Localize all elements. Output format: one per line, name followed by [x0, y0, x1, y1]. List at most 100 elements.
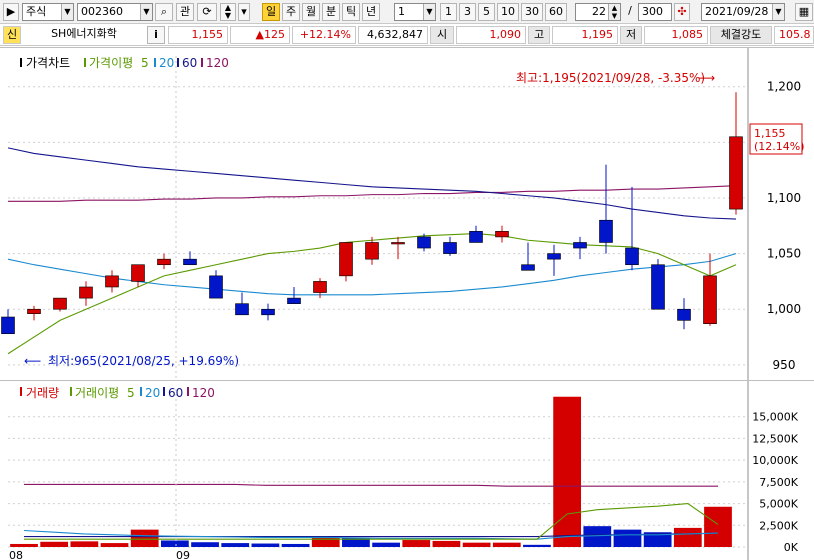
tab-week[interactable]: 주	[282, 3, 300, 21]
price-ma120-line	[8, 185, 737, 202]
menu-icon[interactable]: ▶	[3, 3, 19, 21]
volume-value: 4,632,847	[358, 26, 428, 44]
candle-body	[651, 264, 665, 310]
settings-icon[interactable]: ✣	[674, 3, 690, 21]
candle-body	[365, 242, 379, 260]
high-arrow: ⟶	[698, 71, 715, 85]
volume-bar	[70, 541, 99, 547]
volume-y-tick: 0K	[784, 541, 799, 554]
tab-tick[interactable]: 틱	[342, 3, 360, 21]
count-separator: /	[628, 4, 632, 17]
volume-bar	[221, 543, 250, 547]
candle-body	[235, 303, 249, 316]
volume-chart[interactable]: 15,000K 12,500K 10,000K 7,500K 5,000K 2,500K 0…	[0, 381, 814, 560]
tab-day[interactable]: 일	[262, 3, 280, 21]
volume-ma120-line	[24, 483, 718, 487]
legend-title: 가격차트	[26, 56, 70, 70]
chevron-down-icon: ▼	[140, 4, 152, 20]
stepper-icon: ▲ ▼	[608, 4, 620, 20]
high-price: 1,195	[552, 26, 618, 44]
volume-y-tick: 5,000K	[759, 498, 798, 511]
price-y-tick: 1,000	[767, 302, 801, 316]
legend-ma60: 60	[182, 56, 197, 70]
volume-bar	[40, 541, 69, 547]
legend-vol-ma20: 20	[145, 386, 160, 400]
high-annotation: 최고:1,195(2021/09/28, -3.35%)	[516, 71, 705, 85]
volume-bar	[191, 542, 219, 547]
volume-y-tick: 15,000K	[752, 411, 798, 424]
price-y-tick: 1,050	[767, 247, 801, 261]
low-arrow: ⟵	[24, 354, 41, 368]
candle-body	[287, 297, 301, 304]
quote-bar: 신 SH에너지화학 i 1,155 ▲125 +12.14% 4,632,847…	[0, 24, 814, 46]
volume-bar	[100, 543, 129, 547]
interval-value: 1	[398, 5, 405, 18]
candle-body	[105, 275, 119, 288]
stock-name: SH에너지화학	[51, 27, 117, 40]
candle-body	[339, 242, 353, 277]
chart-options-icon[interactable]: ▦	[795, 3, 813, 21]
price-chart-panel: 1,2001,1501,1001,0501,000950 가격차트 가격이평 5…	[0, 47, 814, 381]
candle-body	[521, 264, 535, 271]
legend-vol-ma-title: 거래이평	[75, 386, 119, 400]
interest-button[interactable]: 관	[176, 3, 194, 21]
volume-bar	[704, 506, 732, 547]
legend-vol-ma60: 60	[168, 386, 183, 400]
candle-body	[313, 281, 327, 293]
total-count-input[interactable]: 300	[638, 3, 672, 21]
candle-body	[261, 308, 275, 316]
refresh-icon[interactable]: ⟳	[197, 3, 217, 21]
market-select[interactable]: 주식 ▼	[22, 3, 74, 21]
volume-bar	[372, 542, 400, 547]
search-icon[interactable]: ⌕	[155, 3, 173, 21]
candle-body	[391, 242, 405, 245]
volume-bar	[402, 540, 431, 547]
candle-body	[183, 258, 197, 266]
current-price: 1,155	[168, 26, 228, 44]
legend-ma5: 5	[141, 56, 149, 70]
interval-button-60[interactable]: 60	[545, 3, 567, 21]
candle-body	[27, 308, 41, 314]
view-count-input[interactable]: 22 ▲ ▼	[575, 3, 621, 21]
tab-minute[interactable]: 분	[322, 3, 340, 21]
interval-select[interactable]: 1 ▼	[394, 3, 436, 21]
price-chart[interactable]: 1,2001,1501,1001,0501,000950 가격차트 가격이평 5…	[0, 48, 814, 381]
price-y-tick: 1,100	[767, 191, 801, 205]
volume-legend: 거래량 거래이평 5 20 60 120	[20, 386, 215, 400]
chevron-down-icon: ▼	[423, 4, 435, 20]
volume-bar	[553, 396, 582, 547]
interval-button-10[interactable]: 10	[497, 3, 519, 21]
volume-bar	[432, 540, 461, 547]
stock-code: 002360	[81, 5, 123, 18]
interval-button-1[interactable]: 1	[440, 3, 457, 21]
interval-button-3[interactable]: 3	[459, 3, 476, 21]
interval-button-5[interactable]: 5	[478, 3, 495, 21]
candle-body	[443, 242, 457, 254]
info-icon[interactable]: i	[147, 26, 165, 44]
chevron-down-icon[interactable]: ▾	[238, 3, 250, 21]
date-select[interactable]: 2021/09/28 ▼	[701, 3, 785, 21]
interval-button-30[interactable]: 30	[521, 3, 543, 21]
stepper-icon[interactable]: ▲ ▼	[220, 3, 236, 21]
candle-body	[599, 219, 613, 243]
volume-y-tick: 7,500K	[759, 476, 798, 489]
tab-month[interactable]: 월	[302, 3, 320, 21]
last-pct-label: (12.14%)	[754, 140, 805, 153]
price-ma60-line	[7, 147, 737, 220]
volume-bar	[251, 543, 280, 547]
view-count: 22	[592, 5, 606, 18]
low-price: 1,085	[644, 26, 708, 44]
price-legend: 가격차트 가격이평 5 20 60 120	[20, 56, 229, 70]
volume-bar	[673, 527, 702, 547]
tab-year[interactable]: 년	[362, 3, 380, 21]
open-price: 1,090	[456, 26, 526, 44]
volume-bar	[583, 526, 612, 547]
volume-chart-panel: 15,000K 12,500K 10,000K 7,500K 5,000K 2,500K 0…	[0, 380, 814, 560]
candle-body	[469, 231, 483, 243]
candle-body	[729, 136, 743, 210]
volume-y-tick: 12,500K	[752, 432, 798, 445]
strength-value: 105.8	[774, 26, 814, 44]
candle-body	[547, 253, 561, 260]
stock-code-input[interactable]: 002360 ▼	[77, 3, 153, 21]
legend-vol-ma120: 120	[192, 386, 215, 400]
